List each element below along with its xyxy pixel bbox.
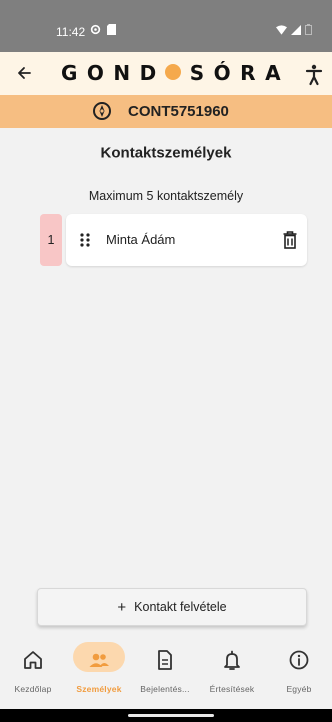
section-title: Kontaktszemélyek <box>100 144 232 162</box>
nav-item-other[interactable]: Egyéb <box>266 638 332 709</box>
nav-item-people[interactable]: Személyek <box>66 638 132 709</box>
nav-item-notifications[interactable]: Értesítések <box>199 638 265 709</box>
trash-icon[interactable] <box>282 230 298 250</box>
signal-icon <box>291 24 301 35</box>
status-right-icons <box>276 24 312 35</box>
app-header: GOND SÓRA <box>0 52 332 95</box>
settings-gear-icon <box>90 24 101 35</box>
contact-card[interactable]: Minta Ádám <box>66 214 307 266</box>
contract-compass-icon <box>93 102 111 120</box>
back-arrow-icon[interactable] <box>14 61 34 85</box>
contact-index: 1 <box>40 214 62 266</box>
status-time: 11:42 <box>56 25 86 39</box>
drag-handle-icon[interactable] <box>79 232 91 248</box>
nav-item-home[interactable]: Kezdőlap <box>0 638 66 709</box>
accessibility-icon[interactable] <box>304 62 324 86</box>
app-logo: GOND SÓRA <box>61 61 291 85</box>
status-bar: 11:42 <box>0 0 332 52</box>
status-left-icons <box>90 24 116 35</box>
people-icon <box>89 653 109 667</box>
info-icon <box>289 650 309 670</box>
battery-icon <box>305 24 312 35</box>
add-contact-label: Kontakt felvétele <box>134 600 227 614</box>
contract-bar: CONT5751960 <box>0 95 332 128</box>
sd-card-icon <box>107 24 116 35</box>
gesture-handle[interactable] <box>128 714 214 717</box>
bell-icon <box>224 650 240 670</box>
logo-dot <box>164 64 181 80</box>
gesture-bar <box>0 709 332 722</box>
nav-item-reports[interactable]: Bejelentés... <box>132 638 198 709</box>
section-subtitle: Maximum 5 kontaktszemély <box>88 189 244 203</box>
wifi-icon <box>276 24 287 35</box>
bottom-nav: Kezdőlap Személyek Bejelentés... Értesít… <box>0 638 332 709</box>
plus-icon: + <box>117 598 127 616</box>
nav-label-reports: Bejelentés... <box>140 684 190 694</box>
nav-label-notifications: Értesítések <box>209 684 255 694</box>
document-icon <box>158 650 172 670</box>
contact-name: Minta Ádám <box>106 232 176 247</box>
home-icon <box>24 651 42 669</box>
nav-label-other: Egyéb <box>286 684 312 694</box>
nav-label-people: Személyek <box>76 684 122 694</box>
contract-id: CONT5751960 <box>128 103 229 120</box>
add-contact-button[interactable]: + Kontakt felvétele <box>37 588 307 626</box>
nav-label-home: Kezdőlap <box>14 684 52 694</box>
